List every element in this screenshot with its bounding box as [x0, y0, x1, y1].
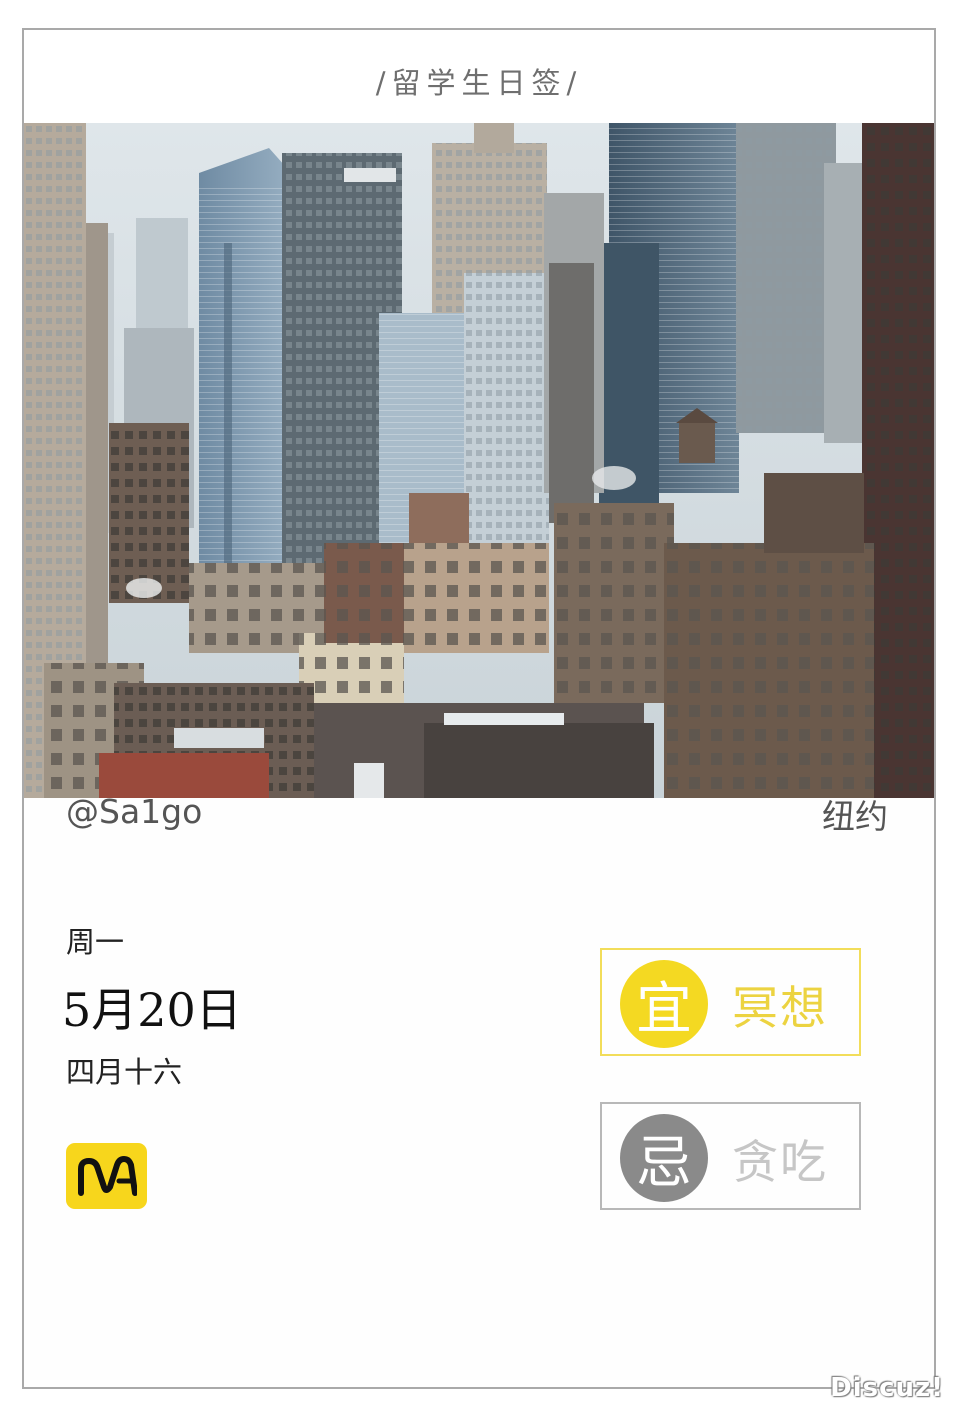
city-skyline-photo — [24, 123, 934, 798]
author-handle: @Sa1go — [66, 792, 203, 831]
fortune-good-box: 宜 冥想 — [600, 948, 861, 1056]
lunar-date-label: 四月十六 — [66, 1055, 183, 1089]
card-footer — [24, 798, 934, 1387]
fortune-good-text: 冥想 — [732, 981, 828, 1035]
fortune-bad-text: 贪吃 — [732, 1135, 828, 1189]
weekday-label: 周一 — [66, 925, 125, 959]
fortune-bad-box: 忌 贪吃 — [600, 1102, 861, 1210]
ma-logo — [66, 1143, 147, 1209]
fortune-bad-badge: 忌 — [620, 1114, 708, 1202]
card-title: /留学生日签/ — [375, 66, 583, 100]
fortune-good-badge: 宜 — [620, 960, 708, 1048]
city-label: 纽约 — [822, 797, 888, 836]
discuz-watermark: Discuz! — [830, 1373, 944, 1403]
ma-logo-icon — [77, 1156, 137, 1196]
date-label: 5月20日 — [62, 983, 242, 1037]
